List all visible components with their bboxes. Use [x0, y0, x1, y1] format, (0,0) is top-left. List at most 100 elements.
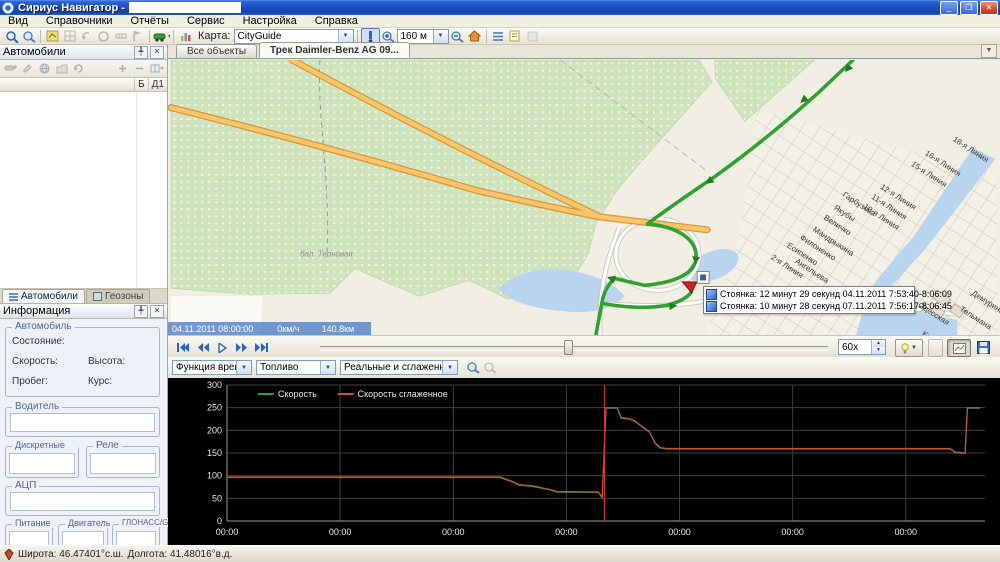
minus-icon[interactable] — [132, 62, 147, 75]
add-vehicle-icon[interactable] — [3, 62, 18, 75]
column-d1[interactable]: Д1 — [148, 78, 167, 91]
info-panel-title: Информация — [3, 305, 70, 317]
title-bar: Сириус Навигатор - _ ❐ ✕ — [0, 0, 1000, 15]
flag-icon[interactable] — [130, 30, 145, 43]
playback-speed-spinner[interactable]: 60x ▲▼ — [838, 339, 886, 355]
folder-icon[interactable] — [54, 62, 69, 75]
menu-help[interactable]: Справка — [315, 15, 358, 27]
svg-text:00:00: 00:00 — [555, 527, 578, 537]
vehicles-list[interactable] — [0, 92, 167, 289]
tooltip-row: Стоянка: 10 минут 28 секунд 07.11.2011 7… — [706, 301, 912, 312]
window-title: Сириус Навигатор - — [18, 2, 125, 14]
menu-service[interactable]: Сервис — [187, 15, 225, 27]
home-icon[interactable] — [466, 29, 483, 44]
skip-start-button[interactable] — [172, 338, 193, 357]
field-course: Курс: — [88, 376, 112, 387]
parking-marker[interactable] — [697, 271, 709, 283]
status-bar: Широта: 46.47401°с.ш. Долгота: 41.48016°… — [0, 545, 1000, 562]
edit-vehicle-icon[interactable] — [20, 62, 35, 75]
search-icon[interactable] — [20, 29, 37, 44]
highlight-split-button[interactable]: ▼ — [895, 339, 923, 357]
menu-view[interactable]: Вид — [8, 15, 28, 27]
track-status-overlay: 04.11.2011 08:00:00 0км/ч 140.8км — [168, 322, 371, 335]
map-tooltip: Стоянка: 12 минут 29 секунд 04.11.2011 7… — [703, 286, 915, 314]
columns-icon[interactable] — [149, 62, 164, 75]
skip-end-button[interactable] — [251, 338, 272, 357]
fast-forward-button[interactable] — [231, 338, 252, 357]
svg-text:00:00: 00:00 — [329, 527, 352, 537]
status-latitude: Широта: 46.47401°с.ш. — [18, 549, 124, 560]
ruler-icon[interactable] — [113, 30, 128, 43]
notes-icon[interactable] — [507, 29, 524, 44]
overlay-datetime: 04.11.2011 08:00:00 — [172, 324, 253, 334]
chevron-down-icon[interactable]: ▼ — [433, 30, 448, 43]
menu-settings[interactable]: Настройка — [243, 15, 297, 27]
disabled-icon — [525, 30, 540, 43]
pin-icon[interactable]: ╇ — [134, 46, 148, 59]
track-icon[interactable] — [44, 29, 61, 44]
main-toolbar: Карта: CityGuide ▼ 160 м ▼ — [0, 28, 1000, 45]
adc-box — [10, 492, 155, 511]
relay-box — [90, 453, 156, 474]
group-discrete-inputs: Дискретные входы — [5, 446, 79, 478]
parking-icon — [706, 289, 717, 300]
close-button[interactable]: ✕ — [980, 1, 998, 15]
svg-text:0: 0 — [217, 516, 222, 526]
maximize-button[interactable]: ❐ — [960, 1, 978, 15]
stop-icon[interactable] — [96, 30, 111, 43]
menu-directories[interactable]: Справочники — [46, 15, 113, 27]
tab-track[interactable]: Трек Daimler-Benz AG 09... — [259, 42, 410, 58]
svg-text:Скорость сглаженное: Скорость сглаженное — [358, 389, 448, 399]
chart-parameter-select[interactable]: Топливо▼ — [256, 360, 336, 375]
spin-up-icon[interactable]: ▲ — [872, 340, 885, 347]
svg-text:200: 200 — [207, 425, 222, 435]
chart-values-select[interactable]: Реальные и сглаженные значен▼ — [340, 360, 458, 375]
svg-text:100: 100 — [207, 471, 222, 481]
close-icon[interactable]: ✕ — [150, 46, 164, 59]
vehicles-panel-header: Автомобили ╇ ✕ — [0, 45, 167, 60]
chevron-down-icon[interactable]: ▼ — [442, 361, 457, 374]
playback-bar: 60x ▲▼ ▼ — [168, 335, 1000, 359]
timeline-slider-thumb[interactable] — [564, 340, 573, 355]
tab-geozones[interactable]: Геозоны — [86, 289, 151, 303]
chart-zoom-out-icon[interactable] — [481, 360, 498, 375]
menu-reports[interactable]: Отчёты — [131, 15, 169, 27]
list-icon[interactable] — [490, 29, 507, 44]
undo-icon[interactable] — [79, 30, 94, 43]
minimize-button[interactable]: _ — [940, 1, 958, 15]
chart-toolbar: Функция времени▼ Топливо▼ Реальные и сгл… — [168, 357, 1000, 379]
column-b[interactable]: Б — [134, 78, 148, 91]
globe-icon[interactable] — [37, 62, 52, 75]
tab-all-objects[interactable]: Все объекты — [176, 44, 257, 58]
save-button[interactable] — [973, 338, 994, 357]
chevron-down-icon[interactable]: ▼ — [338, 30, 353, 43]
grid-icon[interactable] — [62, 30, 77, 43]
speed-chart[interactable]: 05010015020025030000:0000:0000:0000:0000… — [168, 378, 1000, 545]
refresh-icon[interactable] — [71, 62, 86, 75]
chevron-down-icon[interactable]: ▼ — [320, 361, 335, 374]
locate-icon[interactable] — [3, 29, 20, 44]
close-icon[interactable]: ✕ — [150, 305, 164, 318]
rewind-button[interactable] — [192, 338, 213, 357]
chart-toggle-button[interactable] — [947, 339, 971, 357]
vehicle-dropdown-icon[interactable] — [153, 29, 170, 44]
chevron-down-icon[interactable]: ▼ — [236, 361, 251, 374]
zoom-out-icon[interactable] — [449, 29, 466, 44]
group-relay: Реле — [86, 446, 160, 478]
map-label: Карта: — [198, 30, 231, 42]
spin-down-icon[interactable]: ▼ — [872, 347, 885, 354]
svg-text:250: 250 — [207, 403, 222, 413]
chart-icon[interactable] — [177, 29, 194, 44]
vehicles-panel-title: Автомобили — [3, 46, 66, 58]
tab-vehicles[interactable]: Автомобили — [2, 289, 85, 303]
svg-text:50: 50 — [212, 493, 222, 503]
pin-icon[interactable]: ╇ — [134, 305, 148, 318]
option-toggle[interactable] — [928, 339, 943, 357]
tab-menu-button[interactable]: ▼ — [981, 44, 997, 58]
play-button[interactable] — [212, 338, 233, 357]
chart-zoom-in-icon[interactable] — [464, 360, 481, 375]
chart-mode-select[interactable]: Функция времени▼ — [172, 360, 252, 375]
plus-icon[interactable] — [115, 62, 130, 75]
timeline-slider[interactable] — [320, 346, 828, 351]
vehicles-list-header[interactable]: Б Д1 — [0, 78, 167, 92]
